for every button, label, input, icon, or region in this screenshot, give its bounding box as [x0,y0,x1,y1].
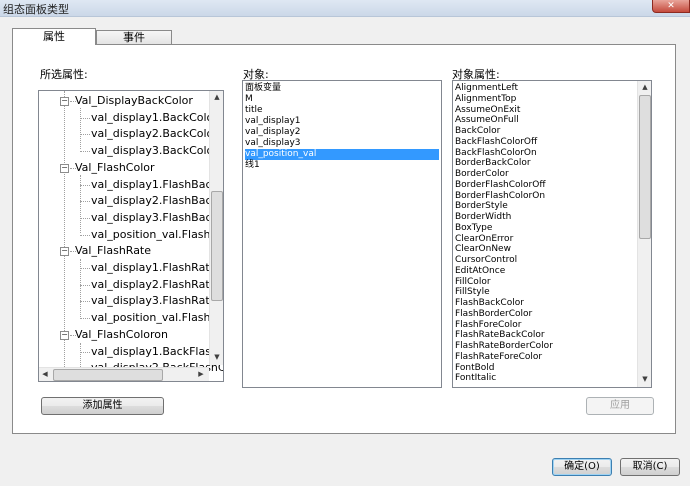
object-props-list-item[interactable]: BackFlashColorOn [455,148,537,159]
tree-scroll-up-icon[interactable]: ▲ [210,93,223,101]
object-props-list-item[interactable]: BorderWidth [455,212,511,223]
tree-collapse-icon[interactable]: − [60,97,69,106]
objects-list-item[interactable]: M [245,94,439,105]
tree-group-node[interactable]: Val_FlashRate [75,243,151,259]
objects-list-item[interactable]: title [245,105,439,116]
objects-list-item[interactable]: val_position_val [245,149,439,160]
object-props-list-item[interactable]: AssumeOnFull [455,115,519,126]
object-props-list-item[interactable]: FontBold [455,363,495,374]
object-props-list-item[interactable]: ClearOnNew [455,244,511,255]
window-titlebar: 组态面板类型 ✕ [0,0,690,17]
props-vscroll-thumb[interactable] [639,95,651,239]
object-props-list-item[interactable]: FillStyle [455,287,490,298]
tree-vertical-scrollbar[interactable]: ▲ ▼ [209,91,223,365]
tree-leaf-node[interactable]: val_display3.FlashBackCo [91,210,223,226]
props-vertical-scrollbar[interactable]: ▲ ▼ [637,81,651,387]
tree-leaf-node[interactable]: val_display1.BackColor [91,110,218,126]
object-props-list-item[interactable]: FlashRateBackColor [455,330,545,341]
tree-collapse-icon[interactable]: − [60,330,69,340]
tree-group-node[interactable]: Val_FlashColoron [75,327,168,343]
object-props-list-item[interactable]: FlashRateBorderColor [455,341,553,352]
tree-collapse-icon[interactable]: − [60,247,69,257]
selected-props-label: 所选属性: [40,68,88,81]
tree-leaf-node[interactable]: val_position_val.FlashRat [91,310,223,326]
tab-properties[interactable]: 属性 [12,28,96,45]
object-props-list-item[interactable]: FlashBorderColor [455,309,532,320]
tree-collapse-icon[interactable]: − [60,163,69,173]
tree-leaf-node[interactable]: val_display1.FlashRateBa [91,260,223,276]
objects-list-item[interactable]: val_display2 [245,127,439,138]
props-scroll-down-icon[interactable]: ▼ [638,375,651,383]
tree-scroll-left-icon[interactable]: ◀ [41,370,49,378]
ok-button[interactable]: 确定(O) [552,458,612,476]
tree-scroll-down-icon[interactable]: ▼ [210,353,223,361]
object-props-list[interactable]: AlignmentLeft AlignmentTop AssumeOnExit Ass… [452,80,652,388]
object-props-list-item[interactable]: FlashRateForeColor [455,352,542,363]
objects-list[interactable]: 面板变量 Mtitle val_display1 val_display2 val_di… [242,80,442,388]
object-props-list-item[interactable]: BackColor [455,126,500,137]
object-props-list-item[interactable]: AlignmentTop [455,94,516,105]
object-props-list-item[interactable]: AlignmentLeft [455,83,518,94]
cancel-button[interactable]: 取消(C) [620,458,680,476]
object-props-list-item[interactable]: FlashBackColor [455,298,524,309]
object-props-list-item[interactable]: BackFlashColorOff [455,137,537,148]
tree-leaf-node[interactable]: val_display2.FlashRateBa [91,277,223,293]
tree-group-node[interactable]: Val_DisplayBackColor [75,93,193,109]
apply-button[interactable]: 应用 [586,397,654,415]
object-props-list-item[interactable]: BoxType [455,223,492,234]
tree-group-node[interactable]: Val_FlashColor [75,160,155,176]
objects-list-item[interactable]: val_display3 [245,138,439,149]
object-props-list-item[interactable]: BorderBackColor [455,158,531,169]
object-props-list-item[interactable]: CursorControl [455,255,517,266]
object-props-list-item[interactable]: FontItalic [455,373,496,384]
object-props-list-item[interactable]: AssumeOnExit [455,105,520,116]
tree-leaf-node[interactable]: val_position_val.FlashFor [91,227,223,243]
tab-events-label: 事件 [123,31,145,44]
tree-leaf-node[interactable]: val_display2.BackColor [91,126,218,142]
object-props-list-item[interactable]: ClearOnError [455,234,513,245]
add-property-button[interactable]: 添加属性 [41,397,164,415]
tree-leaf-node[interactable]: val_display2.FlashBackCo [91,193,223,209]
objects-list-item[interactable]: val_display1 [245,116,439,127]
object-props-list-item[interactable]: EditAtOnce [455,266,505,277]
tree-vscroll-thumb[interactable] [211,191,223,301]
window-title: 组态面板类型 [3,3,69,16]
tree-hscroll-thumb[interactable] [53,369,163,381]
object-props-list-item[interactable]: BorderFlashColorOff [455,180,546,191]
tree-leaf-node[interactable]: val_display3.BackColor [91,143,218,159]
tree-leaf-node[interactable]: val_display1.FlashBackCo [91,177,223,193]
selected-props-tree[interactable]: − Val_DisplayBackColor val_display1.BackCo… [38,90,224,382]
object-props-list-item[interactable]: BorderColor [455,169,509,180]
close-button[interactable]: ✕ [652,0,690,13]
object-props-list-item[interactable]: FlashForeColor [455,320,522,331]
object-props-list-item[interactable]: BorderStyle [455,201,508,212]
props-scroll-up-icon[interactable]: ▲ [638,83,651,91]
object-props-list-item[interactable]: FillColor [455,277,491,288]
tree-leaf-node[interactable]: val_display3.FlashRateBa [91,293,223,309]
tree-scroll-right-icon[interactable]: ▶ [197,370,205,378]
objects-list-item[interactable]: 面板变量 [245,83,439,94]
tree-leaf-node[interactable]: val_display1.BackFlashCo [91,344,223,360]
object-props-list-item[interactable]: BorderFlashColorOn [455,191,545,202]
tree-horizontal-scrollbar[interactable]: ◀ ▶ [39,367,209,381]
objects-list-item[interactable]: 线1 [245,160,439,171]
tab-properties-label: 属性 [43,30,65,43]
tab-events[interactable]: 事件 [96,30,172,44]
